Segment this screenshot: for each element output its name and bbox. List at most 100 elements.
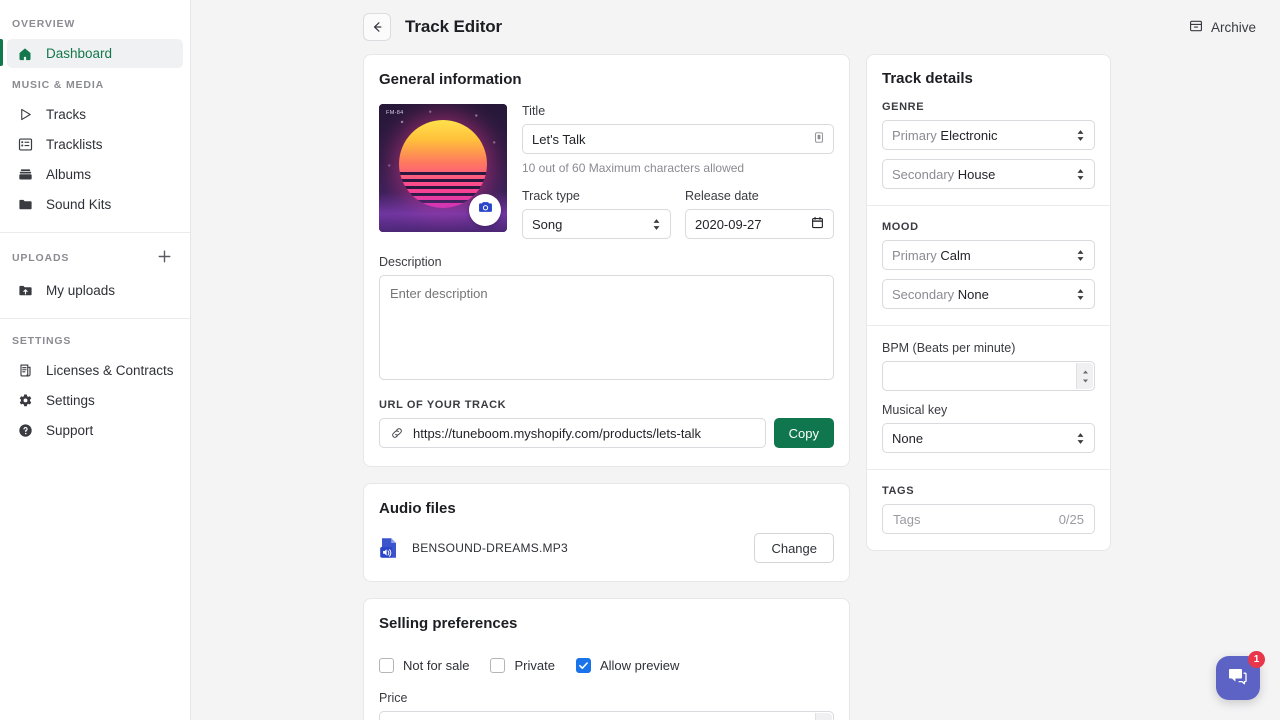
checkbox-box[interactable]	[379, 658, 394, 673]
checkbox-private[interactable]: Private	[490, 658, 554, 673]
chevron-updown-icon	[1076, 249, 1085, 262]
genre-section: Track details GENRE Primary Electronic S…	[867, 55, 1110, 205]
sidebar-item-label: Albums	[46, 167, 91, 182]
top-bar: Track Editor Archive	[191, 0, 1280, 54]
mood-secondary-select[interactable]: Secondary None	[882, 279, 1095, 309]
audio-file-row: BENSOUND-DREAMS.MP3 Change	[379, 533, 834, 563]
help-circle-icon	[16, 422, 34, 440]
mood-section: MOOD Primary Calm Secondary None	[867, 205, 1110, 325]
description-textarea[interactable]	[379, 275, 834, 380]
sidebar-group-music: MUSIC & MEDIA Tracks Tracklists Albums	[0, 73, 190, 224]
sidebar-group-settings: SETTINGS Licenses & Contracts Settings S…	[0, 318, 190, 450]
musical-key-value: None	[892, 431, 923, 446]
musical-key-select[interactable]: None	[882, 423, 1095, 453]
checkbox-label[interactable]: Allow preview	[600, 658, 679, 673]
sidebar-item-my-uploads[interactable]: My uploads	[7, 276, 183, 305]
title-input[interactable]: Let's Talk	[522, 124, 834, 154]
active-indicator-bar	[0, 39, 3, 66]
mood-label: MOOD	[882, 221, 1095, 233]
change-audio-button[interactable]: Change	[754, 533, 834, 563]
calendar-icon[interactable]	[811, 216, 824, 232]
content-columns: General information	[191, 54, 1280, 720]
archive-button[interactable]: Archive	[1189, 19, 1256, 36]
chat-widget-button[interactable]: 1	[1216, 656, 1260, 700]
sidebar-item-licenses-contracts[interactable]: Licenses & Contracts	[7, 356, 183, 385]
genre-secondary-value: House	[958, 167, 996, 182]
track-url-value: https://tuneboom.myshopify.com/products/…	[413, 426, 701, 441]
sidebar-group-title: OVERVIEW	[0, 12, 190, 38]
sidebar-item-label: Sound Kits	[46, 197, 111, 212]
genre-secondary-select[interactable]: Secondary House	[882, 159, 1095, 189]
checkbox-allow-preview[interactable]: Allow preview	[576, 658, 679, 673]
sidebar-group-overview: OVERVIEW Dashboard	[0, 12, 190, 73]
autofill-icon[interactable]	[813, 132, 825, 147]
release-date-label: Release date	[685, 189, 834, 203]
change-cover-button[interactable]	[469, 194, 501, 226]
bpm-input[interactable]	[882, 361, 1095, 391]
link-icon	[390, 426, 404, 440]
genre-secondary-prefix: Secondary	[892, 167, 954, 182]
description-field: Description	[379, 255, 834, 385]
album-cover-image[interactable]: FM-84	[379, 104, 507, 232]
mood-primary-select[interactable]: Primary Calm	[882, 240, 1095, 270]
chevron-updown-icon	[1076, 168, 1085, 181]
tags-count: 0/25	[1059, 512, 1084, 527]
copy-url-button[interactable]: Copy	[774, 418, 834, 448]
track-url-row: https://tuneboom.myshopify.com/products/…	[379, 418, 834, 448]
sidebar-item-support[interactable]: Support	[7, 416, 183, 445]
chevron-updown-icon	[1076, 288, 1085, 301]
folder-icon	[16, 196, 34, 214]
add-upload-plus-icon[interactable]	[157, 249, 190, 267]
sidebar-group-uploads: UPLOADS My uploads	[0, 232, 190, 310]
general-fields: Title Let's Talk 10 out of 60 Maximum ch…	[522, 104, 834, 239]
tags-placeholder: Tags	[893, 512, 920, 527]
sidebar-group-label: UPLOADS	[12, 252, 69, 264]
price-input[interactable]: $ 0.99	[379, 711, 834, 720]
selling-checkbox-row: Not for sale Private Allow preview	[379, 658, 834, 673]
track-url-input[interactable]: https://tuneboom.myshopify.com/products/…	[379, 418, 766, 448]
title-character-hint: 10 out of 60 Maximum characters allowed	[522, 161, 834, 175]
chat-unread-badge: 1	[1248, 651, 1265, 668]
sidebar-group-label: SETTINGS	[12, 335, 71, 347]
bpm-stepper[interactable]	[1076, 363, 1093, 389]
track-type-select[interactable]: Song	[522, 209, 671, 239]
release-date-field: Release date 2020-09-27	[685, 189, 834, 239]
sidebar-item-albums[interactable]: Albums	[7, 160, 183, 189]
sidebar-group-label: OVERVIEW	[12, 18, 75, 30]
checkbox-box[interactable]	[576, 658, 591, 673]
sidebar-item-sound-kits[interactable]: Sound Kits	[7, 190, 183, 219]
sidebar-item-tracks[interactable]: Tracks	[7, 100, 183, 129]
tags-input[interactable]: Tags 0/25	[882, 504, 1095, 534]
sidebar-item-dashboard[interactable]: Dashboard	[7, 39, 183, 68]
mood-secondary-value: None	[958, 287, 989, 302]
checkbox-label[interactable]: Private	[514, 658, 554, 673]
checkbox-label[interactable]: Not for sale	[403, 658, 469, 673]
musical-key-label: Musical key	[882, 403, 1095, 417]
audio-file-icon	[379, 537, 399, 559]
track-url-field: URL OF YOUR TRACK https://tuneboom.mysho…	[379, 399, 834, 448]
stepper-up-icon	[1082, 370, 1089, 374]
audio-files-heading: Audio files	[379, 500, 834, 517]
cover-and-fields-row: FM-84 Title Let's Talk	[379, 104, 834, 239]
back-button[interactable]	[363, 13, 391, 41]
genre-primary-prefix: Primary	[892, 128, 937, 143]
release-date-input[interactable]: 2020-09-27	[685, 209, 834, 239]
sidebar-item-label: Support	[46, 423, 93, 438]
track-url-label: URL OF YOUR TRACK	[379, 399, 834, 411]
genre-primary-select[interactable]: Primary Electronic	[882, 120, 1095, 150]
sidebar-item-settings[interactable]: Settings	[7, 386, 183, 415]
chevron-updown-icon	[1076, 129, 1085, 142]
arrow-left-icon	[370, 20, 384, 34]
track-type-label: Track type	[522, 189, 671, 203]
checkbox-box[interactable]	[490, 658, 505, 673]
check-icon	[578, 660, 589, 671]
price-stepper[interactable]	[815, 713, 832, 720]
sidebar-item-tracklists[interactable]: Tracklists	[7, 130, 183, 159]
selling-preferences-heading: Selling preferences	[379, 615, 834, 632]
left-column: General information	[363, 54, 850, 720]
checkbox-not-for-sale[interactable]: Not for sale	[379, 658, 469, 673]
sidebar-group-title: MUSIC & MEDIA	[0, 73, 190, 99]
track-details-card: Track details GENRE Primary Electronic S…	[866, 54, 1111, 551]
sidebar-group-label: MUSIC & MEDIA	[12, 79, 104, 91]
app-root: OVERVIEW Dashboard MUSIC & MEDIA	[0, 0, 1280, 720]
